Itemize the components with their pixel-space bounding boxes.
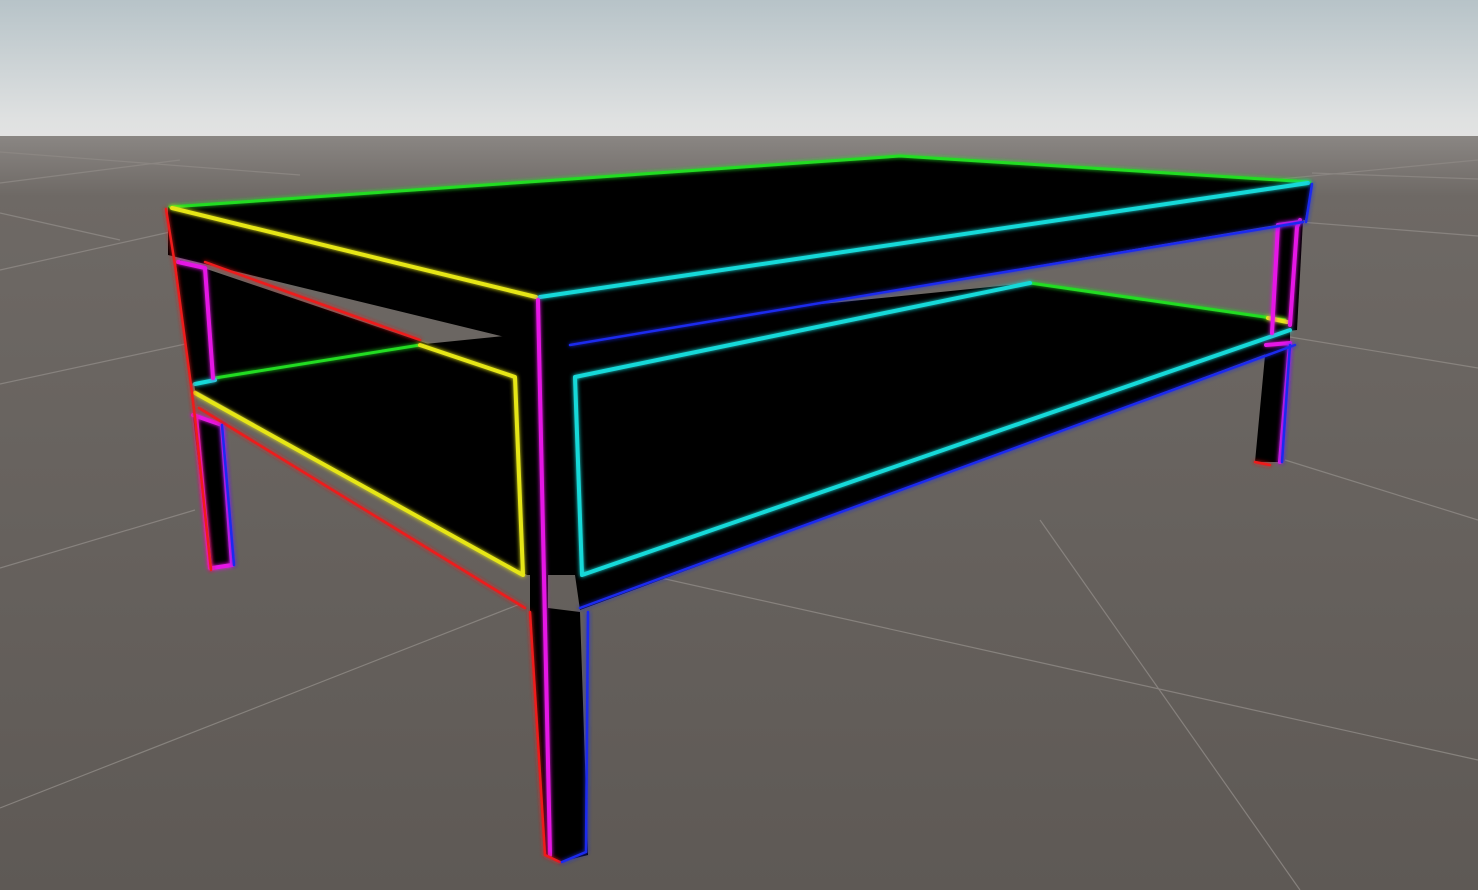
- sky: [0, 0, 1478, 140]
- scene-viewport[interactable]: [0, 0, 1478, 890]
- 3d-scene-canvas[interactable]: [0, 0, 1478, 890]
